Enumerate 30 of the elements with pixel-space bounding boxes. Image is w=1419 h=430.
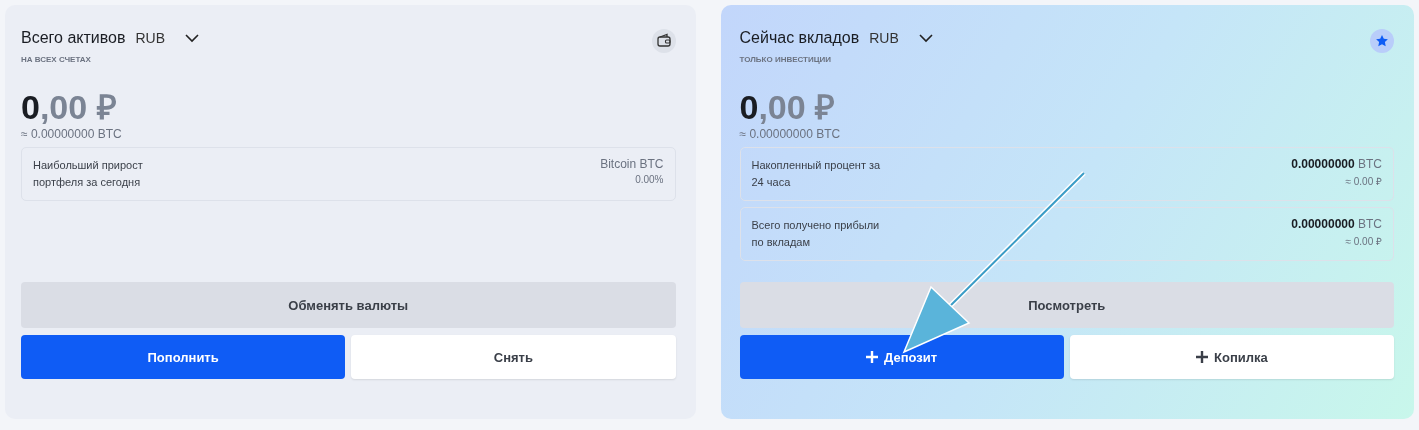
card-title: Сейчас вкладов: [739, 29, 860, 47]
stat-label: Накопленный процент за 24 часа: [751, 158, 882, 190]
wide-button[interactable]: Посмотреть: [739, 282, 1394, 328]
stat-label: Всего получено прибыли по вкладам: [751, 218, 881, 250]
balance-amount: 0,00 ₽: [739, 90, 837, 124]
stat-label: Наибольший прирост портфеля за сегодня: [33, 158, 144, 190]
currency-dropdown[interactable]: RUB: [135, 30, 200, 46]
action-button[interactable]: Депозит: [739, 335, 1064, 379]
card-subtitle: ТОЛЬКО ИНВЕСТИЦИИ: [739, 55, 833, 64]
currency-dropdown[interactable]: RUB: [869, 30, 933, 46]
plus-icon: [1196, 351, 1208, 363]
wallet-icon[interactable]: [651, 29, 676, 53]
btc-equivalent: ≈ 0.00000000 BTC: [739, 127, 842, 141]
action-button[interactable]: Копилка: [1069, 335, 1394, 379]
stat-value: Bitcoin BTC: [600, 157, 664, 171]
btc-equivalent: ≈ 0.00000000 BTC: [21, 127, 123, 141]
balance-amount: 0,00 ₽: [21, 90, 118, 124]
plus-icon: [866, 351, 879, 363]
stat-value: 0.00000000 BTC: [1291, 217, 1382, 231]
stat-value: 0.00000000 BTC: [1291, 157, 1382, 171]
stat-subvalue: 0.00%: [634, 174, 664, 185]
wide-button[interactable]: Обменять валюты: [21, 282, 676, 328]
stat-subvalue: ≈ 0.00 ₽: [1344, 235, 1382, 248]
card-subtitle: НА ВСЕХ СЧЕТАХ: [21, 55, 92, 64]
card-title: Всего активов: [21, 29, 126, 47]
chevron-down-icon: [185, 33, 200, 43]
action-button[interactable]: Пополнить: [21, 335, 346, 379]
action-button[interactable]: Снять: [351, 335, 676, 379]
chevron-down-icon: [918, 33, 933, 43]
stat-subvalue: ≈ 0.00 ₽: [1344, 175, 1382, 188]
